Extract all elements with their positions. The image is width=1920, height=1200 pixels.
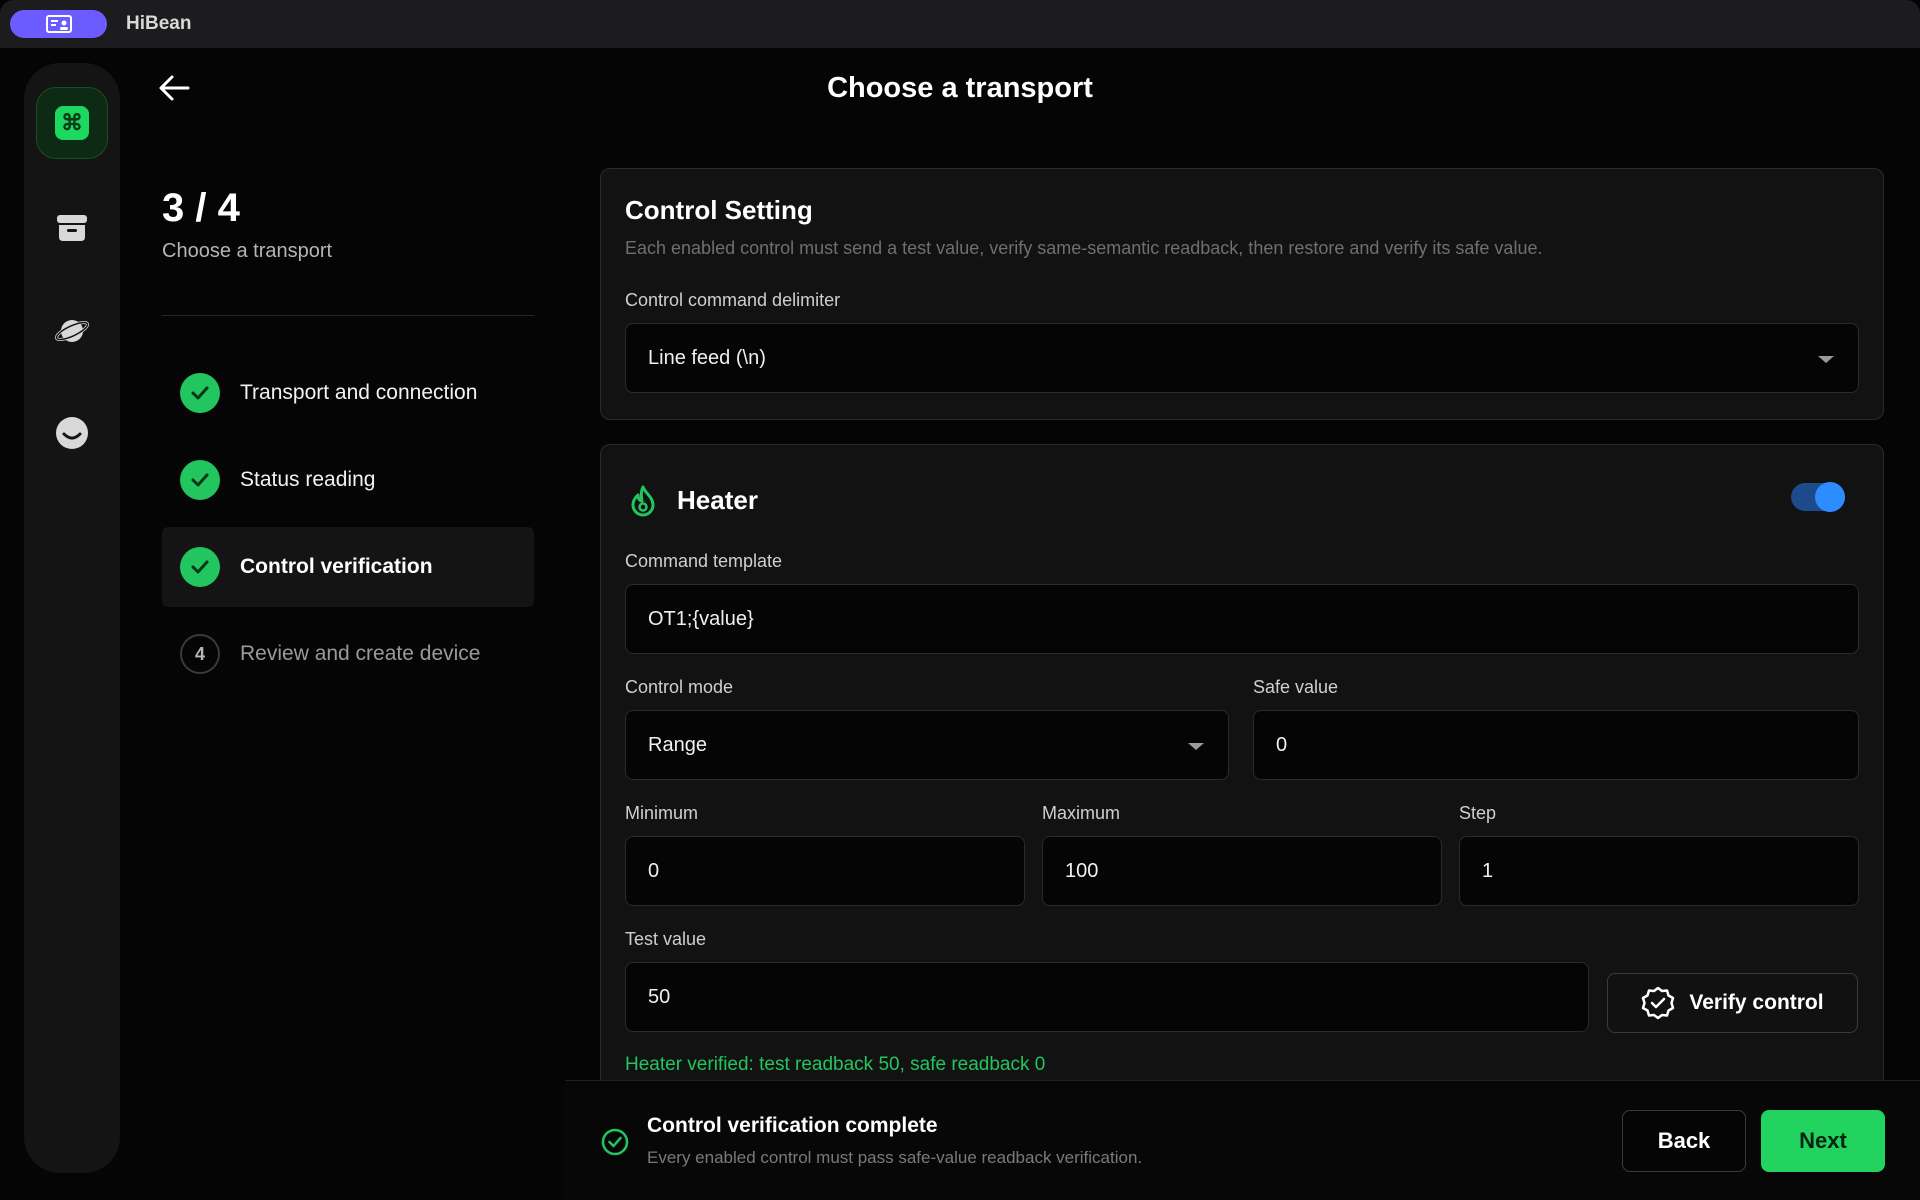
test-value: 50 xyxy=(648,985,671,1008)
heater-title: Heater xyxy=(677,485,758,515)
maximum-input[interactable]: 100 xyxy=(1042,836,1442,906)
step-label: Transport and connection xyxy=(240,381,478,404)
command-template-input[interactable]: OT1;{value} xyxy=(625,584,1859,654)
planet-icon xyxy=(54,320,90,342)
minimum-input[interactable]: 0 xyxy=(625,836,1025,906)
sidebar-item-archive[interactable] xyxy=(36,192,108,264)
control-mode-value: Range xyxy=(648,733,707,756)
footer-status-title: Control verification complete xyxy=(647,1114,938,1137)
step-review-and-create[interactable]: 4 Review and create device xyxy=(162,614,534,694)
page-title: Choose a transport xyxy=(827,72,1093,104)
footer-status-subtitle: Every enabled control must pass safe-val… xyxy=(647,1148,1143,1167)
maximum-value: 100 xyxy=(1065,859,1099,882)
heater-enable-toggle[interactable] xyxy=(1791,482,1845,512)
step-transport-and-connection[interactable]: Transport and connection xyxy=(162,353,534,433)
safe-value: 0 xyxy=(1276,733,1288,756)
safe-value-input[interactable]: 0 xyxy=(1253,710,1859,780)
step-input[interactable]: 1 xyxy=(1459,836,1859,906)
chevron-down-icon xyxy=(1818,356,1834,363)
step-control-verification[interactable]: Control verification xyxy=(162,527,534,607)
archive-icon xyxy=(57,215,87,241)
card-title: Control Setting xyxy=(625,195,813,225)
app-title: HiBean xyxy=(126,13,192,34)
sidebar-item-profile[interactable] xyxy=(36,397,108,469)
delimiter-select[interactable]: Line feed (\n) xyxy=(625,323,1859,393)
control-mode-select[interactable]: Range xyxy=(625,710,1229,780)
step-label: Control verification xyxy=(240,555,433,578)
command-template-value: OT1;{value} xyxy=(648,607,754,630)
app-icon xyxy=(45,15,72,33)
safe-value-label: Safe value xyxy=(1253,677,1339,697)
step-label: Review and create device xyxy=(240,642,481,665)
check-circle-icon xyxy=(601,1128,629,1156)
divider xyxy=(162,315,534,316)
next-button[interactable]: Next xyxy=(1761,1110,1885,1172)
step-subtitle: Choose a transport xyxy=(162,240,333,262)
step-status-reading[interactable]: Status reading xyxy=(162,440,534,520)
app-switcher-button[interactable] xyxy=(10,10,107,38)
check-icon xyxy=(180,547,220,587)
badge-check-icon xyxy=(1642,986,1675,1020)
back-button[interactable]: Back xyxy=(1622,1110,1746,1172)
test-value-label: Test value xyxy=(625,929,707,949)
sidebar-item-explore[interactable] xyxy=(36,295,108,367)
toggle-knob xyxy=(1815,482,1845,512)
flame-icon xyxy=(631,485,655,517)
sidebar: ⌘ xyxy=(24,63,120,1173)
check-icon xyxy=(180,460,220,500)
delimiter-value: Line feed (\n) xyxy=(648,346,766,369)
check-icon xyxy=(180,373,220,413)
verification-result-message: Heater verified: test readback 50, safe … xyxy=(625,1054,1046,1075)
step-value: 1 xyxy=(1482,859,1494,882)
verify-control-button[interactable]: Verify control xyxy=(1607,973,1858,1033)
maximum-label: Maximum xyxy=(1042,803,1121,823)
chevron-down-icon xyxy=(1188,743,1204,750)
verify-control-label: Verify control xyxy=(1689,991,1824,1014)
card-description: Each enabled control must send a test va… xyxy=(625,238,1543,258)
step-label: Status reading xyxy=(240,468,376,491)
command-template-label: Command template xyxy=(625,551,783,571)
delimiter-label: Control command delimiter xyxy=(625,290,841,310)
control-setting-card: Control Setting Each enabled control mus… xyxy=(600,168,1884,420)
smile-icon xyxy=(56,417,88,449)
title-bar: HiBean xyxy=(0,0,1920,48)
step-counter: 3 / 4 xyxy=(162,186,240,230)
step-number: 4 xyxy=(180,634,220,674)
command-icon: ⌘ xyxy=(55,106,89,140)
step-label: Step xyxy=(1459,803,1497,823)
test-value-input[interactable]: 50 xyxy=(625,962,1589,1032)
control-mode-label: Control mode xyxy=(625,677,734,697)
minimum-label: Minimum xyxy=(625,803,699,823)
minimum-value: 0 xyxy=(648,859,660,882)
